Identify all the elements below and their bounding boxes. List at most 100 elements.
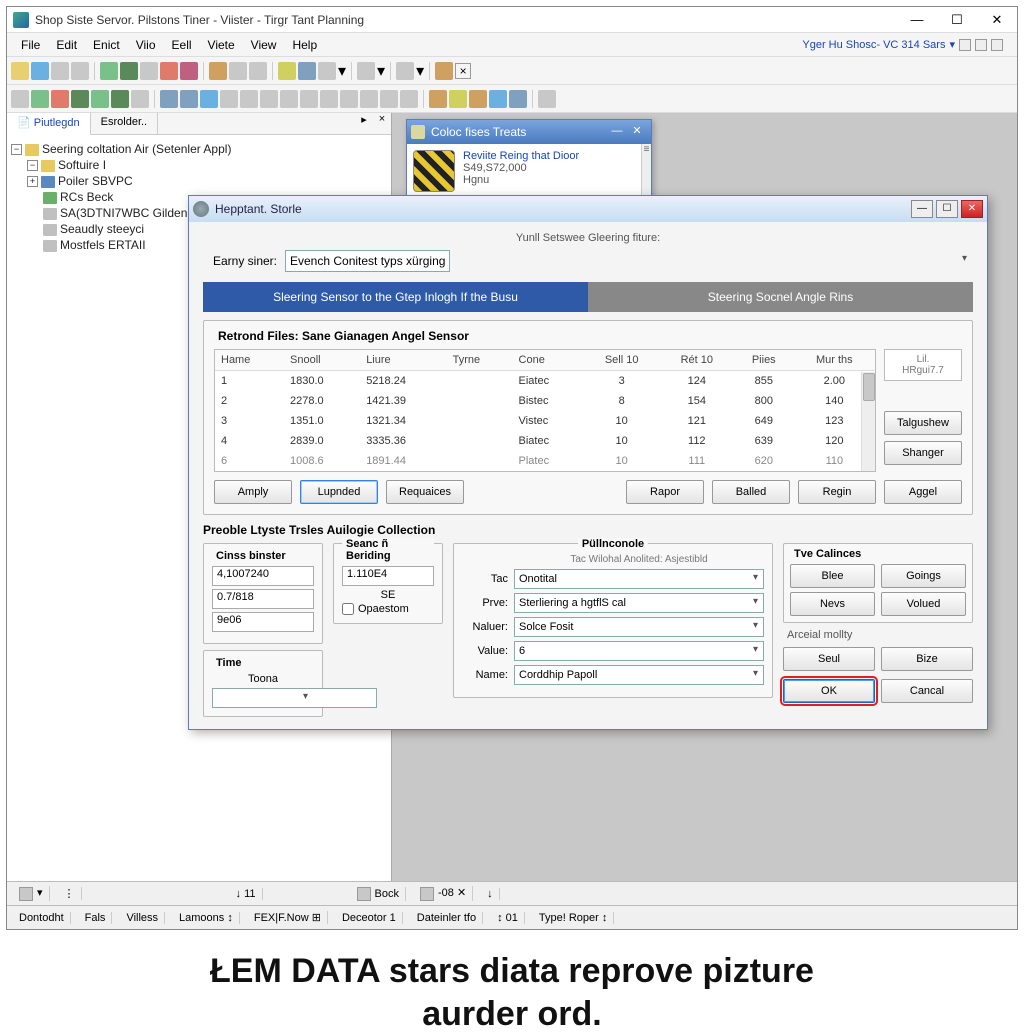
menu-viio[interactable]: Viio xyxy=(128,36,164,54)
regin-button[interactable]: Regin xyxy=(798,480,876,504)
tb2-dash-icon[interactable] xyxy=(400,90,418,108)
col-header[interactable]: Cone xyxy=(513,350,584,371)
nevs-button[interactable]: Nevs xyxy=(790,592,875,616)
float-close-button[interactable]: ✕ xyxy=(627,123,647,141)
tb-chart-icon[interactable] xyxy=(298,62,316,80)
tree-toggle[interactable]: − xyxy=(11,144,22,155)
dialog-titlebar[interactable]: Hepptant. Storle — ☐ ✕ xyxy=(189,196,987,222)
col-header[interactable]: Mur ths xyxy=(794,350,875,371)
float-scrollbar[interactable]: ≡ xyxy=(641,144,651,198)
col-header[interactable]: Snooll xyxy=(284,350,360,371)
lupnded-button[interactable]: Lupnded xyxy=(300,480,378,504)
tree-n1[interactable]: Softuire I xyxy=(58,158,106,172)
tb2-clock-icon[interactable] xyxy=(200,90,218,108)
menu-view[interactable]: View xyxy=(243,36,285,54)
side-tab-other[interactable]: Esrolder.. xyxy=(91,113,158,134)
pill-select[interactable] xyxy=(514,617,764,637)
dialog-max-button[interactable]: ☐ xyxy=(936,200,958,218)
st-lamoons[interactable]: Lamoons ↕ xyxy=(173,912,240,924)
tb-hammer-icon[interactable] xyxy=(435,62,453,80)
side-pin-icon[interactable]: ▸ xyxy=(355,113,373,134)
st-deceotor[interactable]: Deceotor 1 xyxy=(336,912,403,924)
tb2-cam-icon[interactable] xyxy=(340,90,358,108)
tb2-people-icon[interactable] xyxy=(240,90,258,108)
tb2-cam2-icon[interactable] xyxy=(360,90,378,108)
tb-table-icon[interactable] xyxy=(209,62,227,80)
tb-save-icon[interactable] xyxy=(51,62,69,80)
tb-saveall-icon[interactable] xyxy=(71,62,89,80)
float-titlebar[interactable]: Coloc fises Treats — ✕ xyxy=(407,120,651,144)
tb2-panel-icon[interactable] xyxy=(509,90,527,108)
dialog-min-button[interactable]: — xyxy=(911,200,933,218)
pill-select[interactable] xyxy=(514,593,764,613)
tab-angle-rins[interactable]: Steering Socnel Angle Rins xyxy=(588,282,973,312)
col-header[interactable]: Rét 10 xyxy=(660,350,734,371)
st-fals[interactable]: Fals xyxy=(79,912,113,924)
st-fexf[interactable]: FEX|F.Now ⊞ xyxy=(248,911,328,924)
bize-button[interactable]: Bize xyxy=(881,647,973,671)
col-header[interactable]: Sell 10 xyxy=(584,350,660,371)
float-min-button[interactable]: — xyxy=(607,123,627,141)
col-header[interactable]: Piies xyxy=(734,350,794,371)
tb2-fwd-icon[interactable] xyxy=(31,90,49,108)
tb-stop-icon[interactable] xyxy=(160,62,178,80)
tb-open-icon[interactable] xyxy=(31,62,49,80)
tb2-a-icon[interactable] xyxy=(11,90,29,108)
menu-edit[interactable]: Edit xyxy=(48,36,85,54)
tb2-gear-icon[interactable] xyxy=(300,90,318,108)
side-close-icon[interactable]: × xyxy=(373,113,391,134)
goings-button[interactable]: Goings xyxy=(881,564,966,588)
tb-dash-icon[interactable] xyxy=(249,62,267,80)
tree-n2[interactable]: Poiler SBVPC xyxy=(58,174,133,188)
tb-pkg-icon[interactable] xyxy=(357,62,375,80)
tb2-person-icon[interactable] xyxy=(429,90,447,108)
tb2-play2-icon[interactable] xyxy=(111,90,129,108)
tb2-tree-icon[interactable] xyxy=(131,90,149,108)
col-header[interactable]: Hame xyxy=(215,350,284,371)
tree-n5[interactable]: Seaudly steeyci xyxy=(60,222,144,236)
pill-select[interactable] xyxy=(514,569,764,589)
tb2-link-icon[interactable] xyxy=(260,90,278,108)
tb-share-icon[interactable] xyxy=(396,62,414,80)
maximize-button[interactable]: ☐ xyxy=(937,8,977,32)
tb-list-icon[interactable] xyxy=(140,62,158,80)
cancel-button[interactable]: Cancal xyxy=(881,679,973,703)
st-type[interactable]: Type! Roper ↕ xyxy=(533,912,614,924)
amply-button[interactable]: Amply xyxy=(214,480,292,504)
tb2-more-icon[interactable] xyxy=(538,90,556,108)
tb-dd-icon[interactable] xyxy=(318,62,336,80)
menu-help[interactable]: Help xyxy=(284,36,325,54)
aggel-button[interactable]: Aggel xyxy=(884,480,962,504)
dialog-close-button[interactable]: ✕ xyxy=(961,200,983,218)
menu-viete[interactable]: Viete xyxy=(200,36,243,54)
tb-refresh-icon[interactable] xyxy=(100,62,118,80)
tb-box-icon[interactable] xyxy=(278,62,296,80)
time-select[interactable] xyxy=(212,688,377,708)
tab-sensor-log[interactable]: Sleering Sensor to the Gtep Inlogh If th… xyxy=(203,282,588,312)
opaestom-checkbox[interactable]: Opaestom xyxy=(342,603,434,615)
tb-run-icon[interactable] xyxy=(120,62,138,80)
tb2-link2-icon[interactable] xyxy=(280,90,298,108)
st-villess[interactable]: Villess xyxy=(120,912,165,924)
pill-select[interactable] xyxy=(514,665,764,685)
col-header[interactable]: Liure xyxy=(360,350,446,371)
tree-n3[interactable]: RCs Beck xyxy=(60,190,113,204)
blee-button[interactable]: Blee xyxy=(790,564,875,588)
tb-flag-icon[interactable] xyxy=(180,62,198,80)
st-dateinler[interactable]: Dateinler tfo xyxy=(411,912,483,924)
menu-eell[interactable]: Eell xyxy=(164,36,200,54)
tb-close-icon[interactable]: × xyxy=(455,63,471,79)
cins-field-3[interactable]: 9e06 xyxy=(212,612,314,632)
tb2-globe-icon[interactable] xyxy=(489,90,507,108)
sean-field[interactable]: 1.110E4 xyxy=(342,566,434,586)
col-header[interactable]: Tyrne xyxy=(447,350,513,371)
menu-enict[interactable]: Enict xyxy=(85,36,128,54)
back-label[interactable]: Bock xyxy=(375,887,399,899)
shanger-button[interactable]: Shanger xyxy=(884,441,962,465)
tb-cal-icon[interactable] xyxy=(229,62,247,80)
ok-button[interactable]: OK xyxy=(783,679,875,703)
tb2-scale-icon[interactable] xyxy=(380,90,398,108)
table-row[interactable]: 42839.03335.36Biatec10112639120 xyxy=(215,431,875,451)
rapor-button[interactable]: Rapor xyxy=(626,480,704,504)
tree-toggle[interactable]: − xyxy=(27,160,38,171)
